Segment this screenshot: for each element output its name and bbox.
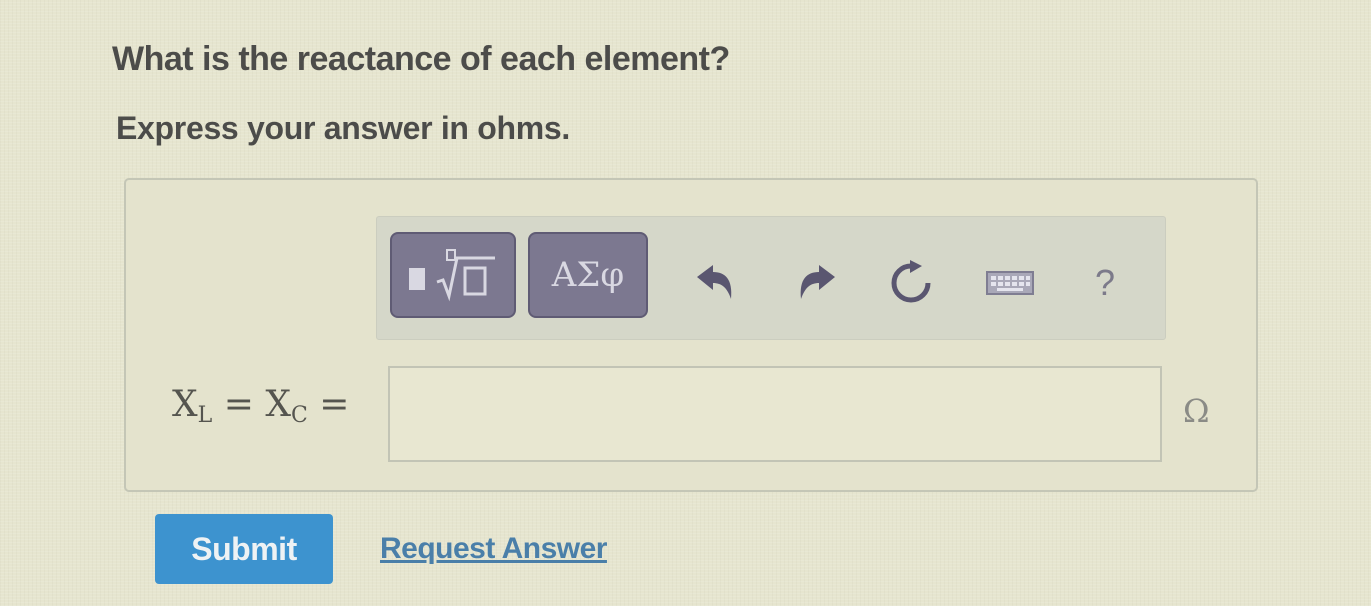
submit-button[interactable]: Submit bbox=[155, 514, 333, 584]
reset-icon bbox=[891, 260, 931, 303]
symbols-label: ΑΣφ bbox=[551, 255, 625, 295]
undo-icon bbox=[697, 265, 732, 299]
subscript-c: C bbox=[290, 403, 308, 428]
equals-sign: = bbox=[212, 384, 266, 425]
reset-button[interactable] bbox=[886, 258, 936, 308]
equals-sign: = bbox=[307, 384, 350, 425]
redo-icon bbox=[800, 265, 835, 299]
redo-button[interactable] bbox=[792, 258, 842, 308]
request-answer-link[interactable]: Request Answer bbox=[380, 532, 607, 566]
keyboard-icon bbox=[986, 271, 1034, 295]
keyboard-button[interactable] bbox=[982, 258, 1038, 308]
help-button[interactable]: ? bbox=[1080, 258, 1130, 308]
answer-instruction: Express your answer in ohms. bbox=[116, 110, 570, 146]
undo-button[interactable] bbox=[690, 258, 740, 308]
answer-input[interactable] bbox=[388, 366, 1162, 462]
templates-icon bbox=[409, 249, 495, 302]
unit-label: Ω bbox=[1183, 392, 1210, 430]
variable-x: X bbox=[265, 384, 291, 425]
templates-button[interactable] bbox=[390, 232, 516, 318]
variable-x: X bbox=[172, 384, 198, 425]
symbols-button[interactable]: ΑΣφ bbox=[528, 232, 648, 318]
subscript-l: L bbox=[197, 403, 213, 428]
help-icon: ? bbox=[1094, 262, 1116, 303]
question-text: What is the reactance of each element? bbox=[112, 40, 730, 78]
equation-label: XL = XC = bbox=[172, 384, 349, 428]
